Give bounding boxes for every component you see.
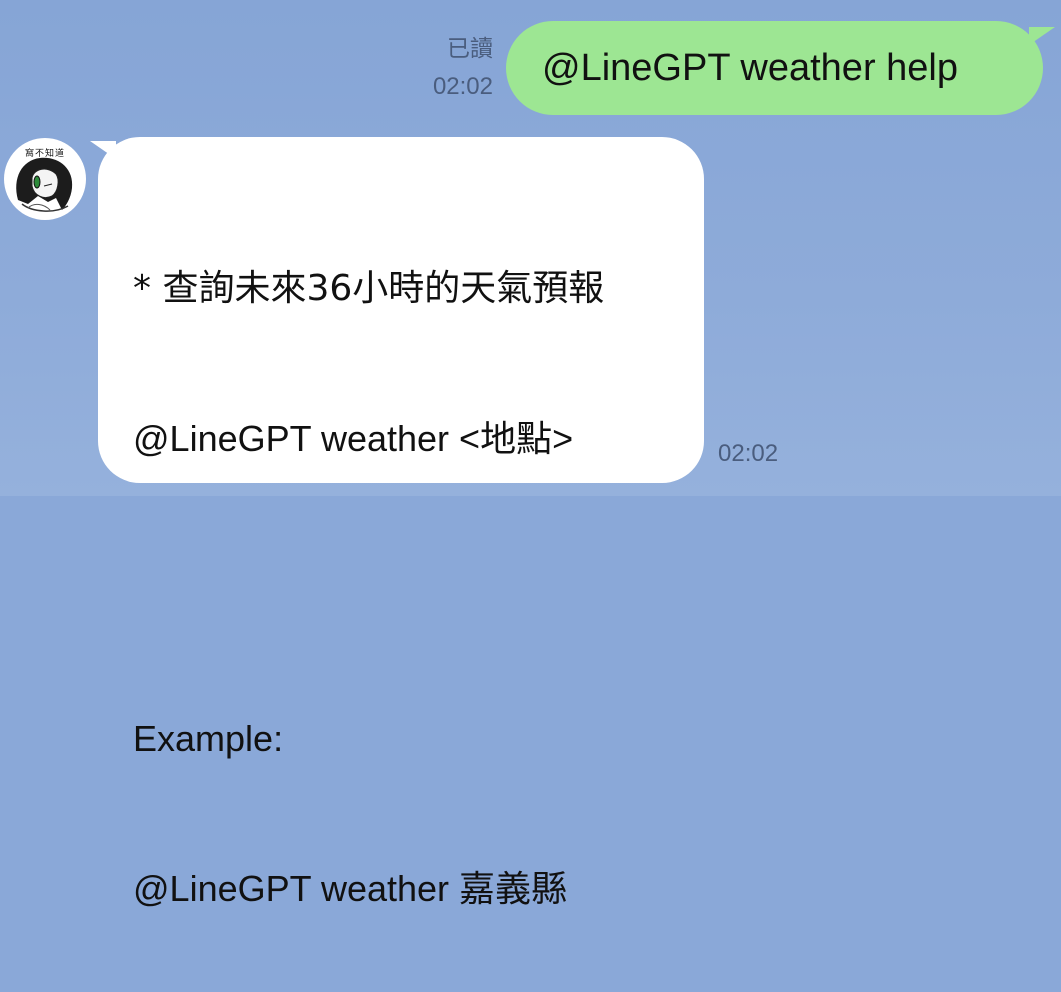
help-line-5: @LineGPT weather 嘉義縣 xyxy=(133,868,568,909)
outgoing-timestamp: 02:02 xyxy=(432,73,493,100)
outgoing-message-meta: 已讀 02:02 xyxy=(433,34,493,102)
avatar[interactable]: 窩不知道 xyxy=(4,138,86,220)
help-line-4: Example: xyxy=(133,718,284,759)
help-line-2: @LineGPT weather <地點> xyxy=(133,418,574,459)
outgoing-message-bubble[interactable]: @LineGPT weather help xyxy=(506,21,1055,115)
help-line-1: * 查詢未來36小時的天氣預報 xyxy=(133,268,605,309)
incoming-message-bubble[interactable]: * 查詢未來36小時的天氣預報 @LineGPT weather <地點> Ex… xyxy=(90,137,704,909)
outgoing-message-text: @LineGPT weather help xyxy=(542,47,958,89)
help-line-3 xyxy=(133,564,604,614)
incoming-message-text: * 查詢未來36小時的天氣預報 @LineGPT weather <地點> Ex… xyxy=(133,164,604,992)
read-status: 已讀 xyxy=(447,36,493,62)
incoming-timestamp: 02:02 xyxy=(718,440,779,467)
avatar-drawing-icon xyxy=(16,157,73,212)
